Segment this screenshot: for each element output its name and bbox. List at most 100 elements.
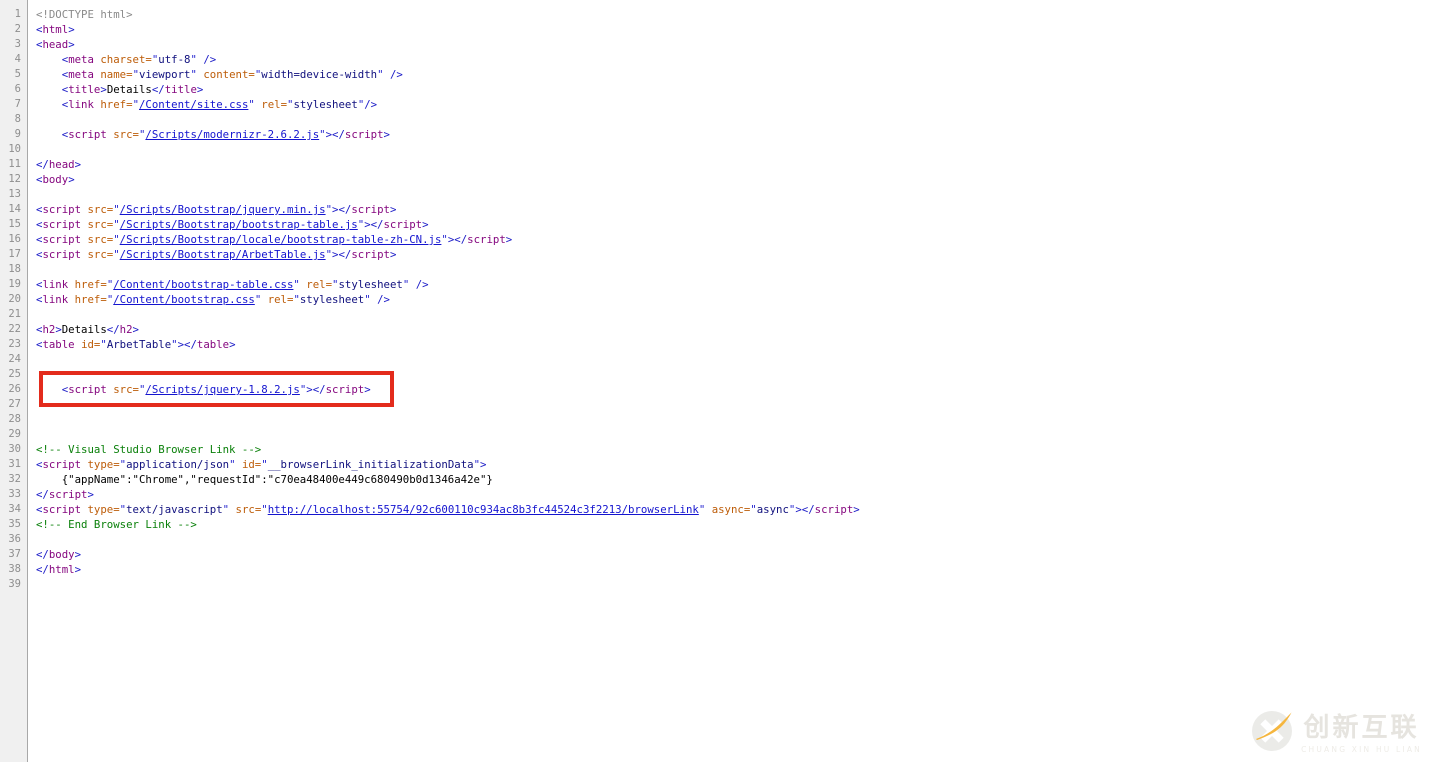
- code-line[interactable]: <h2>Details</h2>: [36, 322, 1434, 337]
- code-token: />: [364, 98, 378, 111]
- code-line[interactable]: [36, 142, 1434, 157]
- code-token: >: [389, 203, 397, 216]
- code-token: src=: [87, 248, 114, 261]
- code-line[interactable]: [36, 262, 1434, 277]
- code-token: link: [42, 278, 69, 291]
- code-line[interactable]: [36, 427, 1434, 442]
- code-line[interactable]: <script src="/Scripts/Bootstrap/locale/b…: [36, 232, 1434, 247]
- code-token: </: [36, 548, 49, 561]
- code-line[interactable]: [36, 532, 1434, 547]
- code-token: </: [106, 323, 120, 336]
- code-line[interactable]: <script type="text/javascript" src="http…: [36, 502, 1434, 517]
- code-line[interactable]: [36, 397, 1434, 412]
- line-number: 14: [8, 203, 21, 215]
- code-token: >: [480, 458, 487, 471]
- code-token: async=: [711, 503, 751, 516]
- code-line[interactable]: <!DOCTYPE html>: [36, 7, 1434, 22]
- line-number: 3: [14, 38, 21, 50]
- code-line[interactable]: [36, 367, 1434, 382]
- line-number: 19: [8, 278, 21, 290]
- code-line[interactable]: [36, 112, 1434, 127]
- code-token: <!-- Visual Studio Browser Link -->: [36, 443, 262, 456]
- line-number: 28: [8, 413, 21, 425]
- code-token: />: [389, 68, 403, 81]
- code-line[interactable]: <title>Details</title>: [36, 82, 1434, 97]
- code-line[interactable]: <html>: [36, 22, 1434, 37]
- code-line[interactable]: <table id="ArbetTable"></table>: [36, 337, 1434, 352]
- code-token: /Scripts/jquery-1.8.2.js: [145, 383, 300, 396]
- line-number: 31: [8, 458, 21, 470]
- code-line[interactable]: [36, 412, 1434, 427]
- line-number: 38: [8, 563, 21, 575]
- code-token: table: [196, 338, 230, 351]
- code-editor[interactable]: 1 2 3 4 5 6 7 8 9 10 11 12 13 14 15 16 17 18 19 20 21 22 23 24 2…: [0, 0, 1434, 762]
- code-token: >: [196, 83, 204, 96]
- code-token: ArbetTable: [106, 338, 172, 351]
- line-number: 29: [8, 428, 21, 440]
- code-line[interactable]: [36, 187, 1434, 202]
- code-line[interactable]: </head>: [36, 157, 1434, 172]
- line-number: 13: [8, 188, 21, 200]
- code-line[interactable]: <meta name="viewport" content="width=dev…: [36, 67, 1434, 82]
- watermark-brand-subtext: CHUANG XIN HU LIAN: [1301, 745, 1422, 754]
- code-token: link: [42, 293, 69, 306]
- code-line[interactable]: <script src="/Scripts/Bootstrap/ArbetTab…: [36, 247, 1434, 262]
- code-line[interactable]: <!-- End Browser Link -->: [36, 517, 1434, 532]
- code-token: />: [203, 53, 217, 66]
- code-line[interactable]: <link href="/Content/bootstrap.css" rel=…: [36, 292, 1434, 307]
- code-token: </: [36, 563, 49, 576]
- code-token: stylesheet: [338, 278, 403, 291]
- code-token: src=: [87, 203, 114, 216]
- code-line[interactable]: <meta charset="utf-8" />: [36, 52, 1434, 67]
- watermark-brand-text: 创新互联: [1303, 713, 1420, 743]
- code-token: script: [42, 458, 82, 471]
- line-number: 17: [8, 248, 21, 260]
- code-line[interactable]: <body>: [36, 172, 1434, 187]
- code-token: src=: [87, 233, 114, 246]
- code-token: >: [505, 233, 513, 246]
- code-token: body: [42, 173, 69, 186]
- code-token: script: [42, 218, 82, 231]
- code-token: id=: [241, 458, 262, 471]
- code-line[interactable]: <script src="/Scripts/modernizr-2.6.2.js…: [36, 127, 1434, 142]
- code-area[interactable]: <!DOCTYPE html> <html> <head> <meta charse…: [29, 0, 1434, 762]
- code-line[interactable]: </script>: [36, 487, 1434, 502]
- code-line[interactable]: <link href="/Content/bootstrap-table.css…: [36, 277, 1434, 292]
- code-line[interactable]: <script src="/Scripts/Bootstrap/bootstra…: [36, 217, 1434, 232]
- code-token: <!DOCTYPE html>: [36, 8, 133, 21]
- code-token: href=: [100, 98, 133, 111]
- code-line[interactable]: {"appName":"Chrome","requestId":"c70ea48…: [36, 472, 1434, 487]
- code-line[interactable]: <script src="/Scripts/Bootstrap/jquery.m…: [36, 202, 1434, 217]
- code-token: title: [164, 83, 197, 96]
- code-line[interactable]: <!-- Visual Studio Browser Link -->: [36, 442, 1434, 457]
- code-line[interactable]: </html>: [36, 562, 1434, 577]
- code-line[interactable]: </body>: [36, 547, 1434, 562]
- code-line[interactable]: [36, 352, 1434, 367]
- code-token: src=: [113, 383, 139, 396]
- code-token: ></: [177, 338, 197, 351]
- code-line[interactable]: [36, 307, 1434, 322]
- line-number: 32: [8, 473, 21, 485]
- code-line[interactable]: <link href="/Content/site.css" rel="styl…: [36, 97, 1434, 112]
- line-number: 33: [8, 488, 21, 500]
- code-token: /Scripts/Bootstrap/locale/bootstrap-tabl…: [119, 233, 442, 246]
- code-token: >: [364, 383, 371, 396]
- code-token: table: [42, 338, 75, 351]
- code-line[interactable]: <script src="/Scripts/jquery-1.8.2.js"><…: [36, 382, 1434, 397]
- code-token: content=: [203, 68, 255, 81]
- code-line[interactable]: <script type="application/json" id="__br…: [36, 457, 1434, 472]
- line-number: 39: [8, 578, 21, 590]
- code-token: <!-- End Browser Link -->: [36, 518, 197, 531]
- code-token: src=: [235, 503, 262, 516]
- code-token: >: [389, 248, 397, 261]
- code-token: script: [383, 218, 423, 231]
- code-token: stylesheet: [299, 293, 365, 306]
- code-line[interactable]: <head>: [36, 37, 1434, 52]
- line-number: 10: [8, 143, 21, 155]
- line-number: 34: [8, 503, 21, 515]
- code-line[interactable]: [36, 577, 1434, 592]
- code-token: script: [814, 503, 854, 516]
- line-number: 15: [8, 218, 21, 230]
